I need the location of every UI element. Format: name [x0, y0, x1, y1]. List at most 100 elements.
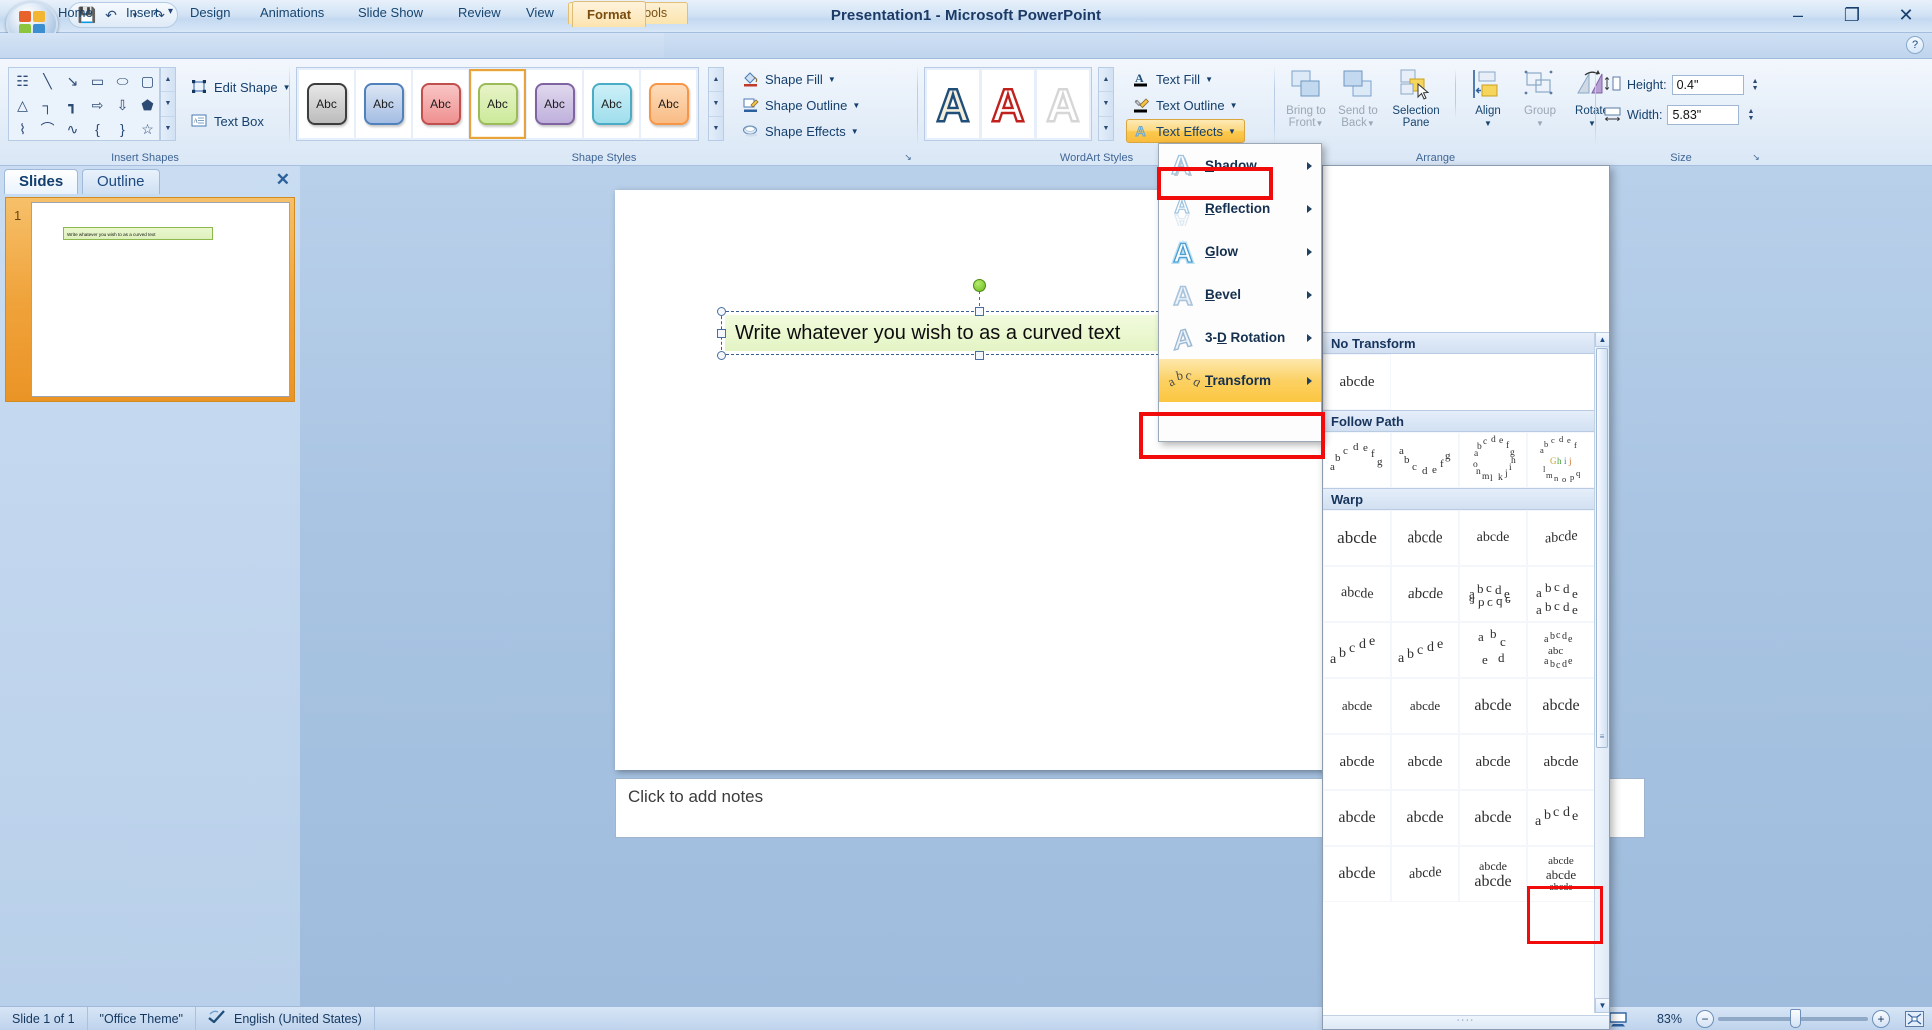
zoom-level[interactable]: 83% — [1648, 1012, 1682, 1026]
text-effects-dropdown-icon[interactable]: ▼ — [1228, 127, 1236, 136]
warp-square[interactable]: abcde — [1323, 510, 1391, 566]
language-status[interactable]: English (United States) — [196, 1006, 375, 1030]
tab-slides[interactable]: Slides — [4, 169, 79, 194]
warp-arch-down-curve[interactable]: a b c d e — [1391, 622, 1459, 678]
shape-style-blue[interactable]: Abc — [356, 70, 411, 138]
shape-arrow-icon[interactable]: ↘ — [60, 69, 85, 93]
shapes-scroll-up-icon[interactable]: ▲ — [161, 68, 175, 93]
warp-deflate-inflate-deflate[interactable]: abcde — [1527, 734, 1595, 790]
shape-styles-more-icon[interactable]: ▼ — [709, 117, 723, 140]
text-fill-button[interactable]: A Text Fill ▼ — [1126, 67, 1245, 91]
shape-style-gray[interactable]: Abc — [299, 70, 354, 138]
warp-triangle-down[interactable]: abcde — [1459, 510, 1527, 566]
menu-item-transform[interactable]: a b c d Transform — [1159, 359, 1321, 402]
text-fill-dropdown-icon[interactable]: ▼ — [1205, 75, 1213, 84]
wordart-styles-scroll[interactable]: ▲ ▼ ▼ — [1098, 67, 1114, 141]
shape-down-arrow-icon[interactable]: ⇩ — [110, 93, 135, 117]
height-input[interactable]: 0.4" — [1671, 75, 1744, 95]
follow-path-circle[interactable]: a b c d e f g h i j k l m n o — [1459, 432, 1527, 488]
tab-format[interactable]: Format — [572, 1, 647, 27]
wordart-style-white[interactable]: A — [1037, 70, 1089, 138]
warp-inflate-bottom[interactable]: abcde — [1391, 678, 1459, 734]
shape-elbow-connector-icon[interactable]: ┐ — [35, 93, 60, 117]
menu-item-shadow[interactable]: A A Shadow — [1159, 144, 1321, 187]
shape-styles-scroll-up-icon[interactable]: ▲ — [709, 68, 723, 93]
shape-style-orange[interactable]: Abc — [641, 70, 696, 138]
slide-thumbnail-item[interactable]: 1 Write whatever you wish to as a curved… — [5, 197, 295, 402]
warp-inflate-top[interactable]: abcde — [1459, 678, 1527, 734]
shapes-more-icon[interactable]: ▼ — [161, 117, 175, 140]
warp-fade-up[interactable]: abcde — [1459, 790, 1527, 846]
follow-path-button[interactable]: a b c d e f G h i j l m n o p q — [1527, 432, 1595, 488]
gallery-scrollbar[interactable]: ▲ ≡ ▼ — [1594, 332, 1609, 1013]
menu-item-3d-rotation[interactable]: A 3-D Rotation — [1159, 316, 1321, 359]
shape-rectangle-icon[interactable]: ▭ — [85, 69, 110, 93]
shape-textbox-icon[interactable]: ☷ — [10, 69, 35, 93]
size-dialog-launcher[interactable]: ↘ — [1750, 151, 1762, 163]
shape-effects-dropdown-icon[interactable]: ▼ — [851, 127, 859, 136]
warp-arch-up-thin[interactable]: a b c d e — [1527, 790, 1595, 846]
gallery-resize-handle[interactable]: ‧‧‧‧ — [1323, 1015, 1609, 1029]
tab-view[interactable]: View — [512, 0, 568, 26]
shape-styles-scroll[interactable]: ▲ ▼ ▼ — [708, 67, 724, 141]
shape-elbow-arrow-icon[interactable]: ┓ — [60, 93, 85, 117]
align-button[interactable]: Align ▼ — [1463, 64, 1513, 142]
height-spinner[interactable]: ▲ ▼ — [1749, 75, 1762, 95]
close-pane-icon[interactable]: ✕ — [276, 170, 290, 190]
wordart-more-icon[interactable]: ▼ — [1099, 117, 1113, 140]
shape-right-brace-icon[interactable]: } — [110, 117, 135, 141]
group-button[interactable]: Group ▼ — [1515, 64, 1565, 142]
shape-fill-dropdown-icon[interactable]: ▼ — [828, 75, 836, 84]
warp-chevron-up[interactable]: abcde — [1527, 510, 1595, 566]
wordart-scroll-up-icon[interactable]: ▲ — [1099, 68, 1113, 93]
shape-styles-gallery[interactable]: Abc Abc Abc Abc Abc Abc Abc — [296, 67, 699, 141]
shape-style-green[interactable]: Abc — [469, 69, 526, 139]
warp-fade-right[interactable]: abcde — [1323, 790, 1391, 846]
shape-styles-scroll-down-icon[interactable]: ▼ — [709, 92, 723, 117]
resize-handle-bottom-left[interactable] — [717, 351, 726, 360]
follow-path-arch-down[interactable]: a b c d e f g — [1391, 432, 1459, 488]
shapes-gallery-scroll[interactable]: ▲ ▼ ▼ — [160, 67, 176, 141]
warp-inflate[interactable]: abcde — [1323, 678, 1391, 734]
zoom-out-button[interactable]: − — [1696, 1010, 1714, 1028]
resize-handle-middle-left[interactable] — [717, 329, 726, 338]
warp-chevron-down[interactable]: abcde — [1323, 566, 1391, 622]
warp-slant-up[interactable]: abcde — [1391, 846, 1459, 902]
tab-animations[interactable]: Animations — [246, 0, 338, 26]
theme-name[interactable]: "Office Theme" — [88, 1006, 196, 1030]
minimize-button[interactable]: – — [1778, 0, 1818, 30]
warp-deflate-bottom[interactable]: abcde — [1323, 734, 1391, 790]
resize-handle-top-center[interactable] — [975, 307, 984, 316]
warp-triangle-up[interactable]: abcde — [1391, 510, 1459, 566]
tab-review[interactable]: Review — [444, 0, 515, 26]
selection-pane-button[interactable]: Selection Pane — [1385, 64, 1447, 142]
rotate-handle[interactable] — [973, 279, 986, 292]
tab-outline[interactable]: Outline — [82, 169, 160, 194]
warp-arch-double[interactable]: a b c d e a b c d e — [1527, 566, 1595, 622]
warp-stack-three[interactable]: abcde abcde abcde — [1527, 846, 1595, 902]
bring-to-front-button[interactable]: Bring to Front▼ — [1281, 64, 1331, 142]
shape-effects-button[interactable]: Shape Effects ▼ — [735, 119, 867, 143]
warp-fade-down[interactable]: abcde — [1323, 846, 1391, 902]
shape-wave-icon[interactable]: ∿ — [60, 117, 85, 141]
warp-fade-left[interactable]: abcde — [1391, 790, 1459, 846]
shape-oval-icon[interactable]: ⬭ — [110, 69, 135, 93]
help-icon[interactable]: ? — [1906, 36, 1924, 54]
shape-line-icon[interactable]: ╲ — [35, 69, 60, 93]
text-outline-dropdown-icon[interactable]: ▼ — [1230, 101, 1238, 110]
text-box-button[interactable]: A Text Box — [184, 109, 298, 133]
warp-ring-outside[interactable]: a b c d e abcde — [1459, 566, 1527, 622]
shape-right-arrow-icon[interactable]: ⇨ — [85, 93, 110, 117]
send-to-back-button[interactable]: Send to Back▼ — [1333, 64, 1383, 142]
shape-style-aqua[interactable]: Abc — [584, 70, 639, 138]
slide-counter[interactable]: Slide 1 of 1 — [0, 1006, 88, 1030]
resize-handle-bottom-center[interactable] — [975, 351, 984, 360]
shape-star-icon[interactable]: ☆ — [135, 117, 160, 141]
warp-ring-inside[interactable]: abcde — [1391, 566, 1459, 622]
gallery-scroll-up-icon[interactable]: ▲ — [1595, 332, 1609, 347]
shape-style-red[interactable]: Abc — [413, 70, 468, 138]
warp-deflate[interactable]: abcde — [1527, 678, 1595, 734]
shape-rounded-rect-icon[interactable]: ▢ — [135, 69, 160, 93]
gallery-scroll-down-icon[interactable]: ▼ — [1595, 998, 1609, 1013]
tab-insert[interactable]: Insert — [112, 0, 173, 26]
